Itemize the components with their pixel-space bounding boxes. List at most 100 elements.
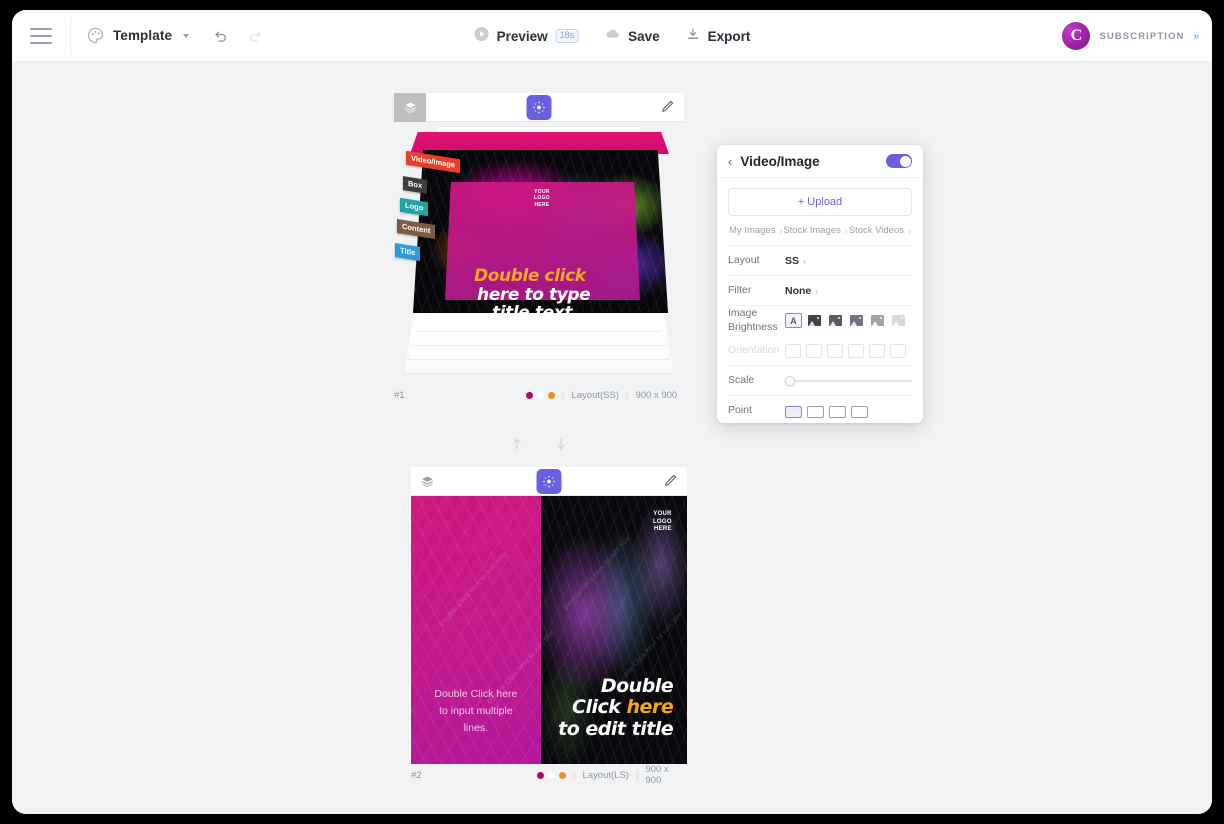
slide-1-meta: | Layout(SS) | 900 x 900 [526,390,677,401]
upload-button[interactable]: + Upload [728,188,912,216]
slide-1-color-dots [526,391,555,399]
color-dot[interactable] [548,771,555,779]
slide-2-number: #2 [411,769,422,781]
property-row-orientation: Orientation [728,335,912,365]
slide-1-number: #1 [394,389,405,401]
brightness-options: A [785,309,907,332]
property-row-brightness: Image Brightness A [728,305,912,335]
slide-1-headline-line-3: title text [492,303,573,323]
brightness-option[interactable] [848,313,865,328]
color-dot[interactable] [537,771,544,779]
brightness-label: Image Brightness [728,307,778,333]
chevron-down-icon [183,33,190,38]
panel-title: Video/Image [740,153,820,169]
point-option[interactable] [851,406,868,418]
panel-header: ‹ Video/Image [717,145,923,178]
brightness-option[interactable] [806,313,823,328]
orientation-option [827,343,843,358]
layout-value-text: SS [785,254,800,267]
meta-separator: | [562,389,565,401]
source-stock-images[interactable]: Stock Images › [783,225,848,236]
chevron-left-icon[interactable]: ‹ [728,155,732,168]
double-chevron-icon: » [1193,30,1198,42]
layer-tag-title[interactable]: Title [395,242,421,262]
media-source-links: My Images › Stock Images › Stock Videos … [728,216,912,245]
hamburger-menu-icon[interactable] [12,10,70,62]
chevron-right-icon: › [908,225,911,236]
color-dot[interactable] [548,391,555,399]
save-button[interactable]: Save [604,26,660,47]
color-dot[interactable] [537,391,544,399]
move-icon[interactable] [536,468,562,494]
slide-1-toolbar [394,92,684,122]
export-label: Export [707,28,751,44]
brightness-option[interactable] [827,313,844,328]
slide-2-color-dots [537,771,566,779]
slide-nav-arrows [394,436,684,457]
source-stock-videos[interactable]: Stock Videos › [849,225,911,236]
move-icon[interactable] [526,94,552,120]
orientation-label: Orientation [728,343,780,356]
layers-icon[interactable] [394,92,426,122]
save-label: Save [628,28,660,44]
undo-icon[interactable] [211,27,229,45]
point-option[interactable] [807,406,824,418]
logo-layer-text: YOUR LOGO HERE [534,189,550,208]
subscription-button[interactable]: C SUBSCRIPTION » [1062,10,1199,62]
arrow-down-icon[interactable] [553,436,569,457]
avatar[interactable]: C [1062,22,1091,50]
layout-label: Layout [728,253,760,266]
point-label: Point [728,403,752,416]
orientation-option [890,343,906,358]
preview-button[interactable]: Preview 18s [474,26,579,47]
slide-2-title: Double Click here to edit title [558,675,674,740]
layout-value[interactable]: SS › [785,255,806,267]
point-option[interactable] [785,406,802,418]
palette-icon [87,27,104,44]
pencil-icon[interactable] [663,473,679,489]
layer-tag-box[interactable]: Box [403,176,428,194]
template-label: Template [113,28,173,43]
slide-1-headline-line-1: Double click [474,266,586,286]
pencil-icon[interactable] [660,99,676,115]
orientation-option [869,343,885,358]
property-row-layout: Layout SS › [728,245,912,275]
chevron-right-icon: › [803,255,807,266]
orientation-option [785,343,801,358]
meta-separator: | [626,389,629,401]
slide-1-footer: #1 | Layout(SS) | 900 x 900 [394,384,684,406]
filter-value[interactable]: None › [785,285,818,297]
slide-card-2: Double Click here to edit title Double C… [411,467,687,786]
layer-tag-label: Box [408,178,423,191]
export-button[interactable]: Export [686,26,751,47]
point-option[interactable] [829,406,846,418]
slide-2-title-line-2a: Click [572,696,627,719]
layers-icon[interactable] [411,467,443,496]
brightness-option[interactable] [890,313,907,328]
preview-label: Preview [496,28,548,44]
slide-2-body-text: Double Click here to input multiple line… [434,688,518,735]
color-dot[interactable] [559,771,566,779]
color-dot[interactable] [526,391,533,399]
download-icon [686,26,701,47]
scale-slider[interactable] [785,371,912,391]
properties-panel: ‹ Video/Image + Upload My Images › Stock… [717,145,923,423]
arrow-up-icon[interactable] [509,436,525,457]
slide-2-canvas[interactable]: Double Click here to edit title Double C… [411,496,687,764]
panel-visibility-toggle[interactable] [886,154,912,168]
source-label: My Images [729,225,776,236]
source-my-images[interactable]: My Images › [729,225,782,236]
redo-icon[interactable] [247,27,265,45]
brightness-option[interactable] [869,313,886,328]
scale-slider-knob[interactable] [785,375,795,386]
point-options [785,403,868,418]
undo-redo-group [211,27,265,45]
slide-1-size: 900 x 900 [635,389,678,401]
slide-2-layout: Layout(LS) [582,769,629,781]
template-menu[interactable]: Template [71,27,205,44]
brightness-option-auto[interactable]: A [785,313,802,328]
slide-1-canvas[interactable]: YOUR LOGO HERE Double click here to type… [394,122,684,384]
source-label: Stock Images [783,225,841,236]
property-row-point: Point [728,395,912,423]
slide-2-title-line-3: to edit title [558,717,674,740]
